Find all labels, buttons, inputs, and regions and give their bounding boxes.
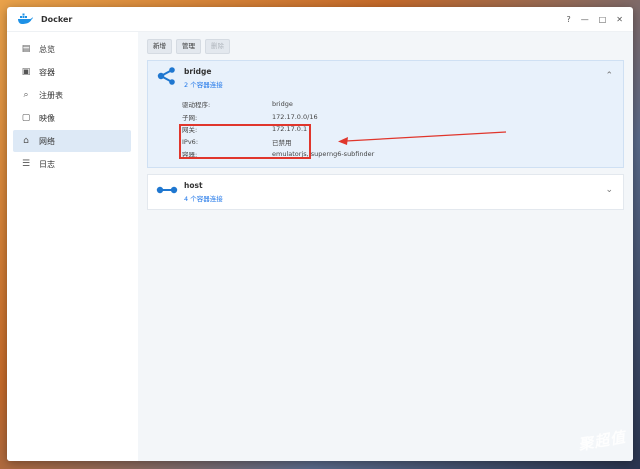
add-button[interactable]: 新增 bbox=[147, 39, 172, 54]
annotation-arrow bbox=[338, 131, 507, 145]
sidebar-item-label: 日志 bbox=[39, 159, 55, 169]
maximize-icon[interactable]: □ bbox=[599, 15, 607, 24]
chevron-up-icon[interactable]: ⌃ bbox=[605, 71, 613, 81]
detail-key: 驱动程序: bbox=[182, 101, 211, 110]
share-network-icon bbox=[157, 67, 175, 85]
help-icon[interactable]: ? bbox=[566, 15, 570, 24]
sidebar-item-image[interactable]: ▢ 映像 bbox=[13, 107, 131, 129]
sidebar-item-log[interactable]: ☰ 日志 bbox=[13, 153, 131, 175]
highlight-box bbox=[179, 124, 311, 159]
detail-key: 子网: bbox=[182, 113, 198, 122]
host-network-icon bbox=[156, 186, 178, 193]
sidebar-item-label: 容器 bbox=[39, 67, 55, 77]
delete-button[interactable]: 删除 bbox=[205, 39, 230, 54]
close-icon[interactable]: ✕ bbox=[616, 15, 623, 24]
detail-row-subnet: 子网: 172.17.0.0/16 bbox=[182, 111, 623, 124]
sidebar-item-registry[interactable]: ⌕ 注册表 bbox=[13, 84, 131, 106]
overview-icon: ▤ bbox=[21, 44, 31, 54]
sidebar-item-network[interactable]: ⌂ 网络 bbox=[13, 130, 131, 152]
main-panel: 新增 管理 删除 bridge 2 个容器连接 ⌃ 驱动程序: bridge 子… bbox=[138, 32, 633, 461]
window-title: Docker bbox=[41, 14, 73, 24]
detail-value: bridge bbox=[272, 100, 293, 109]
toolbar: 新增 管理 删除 bbox=[147, 39, 624, 54]
network-icon: ⌂ bbox=[23, 136, 29, 146]
detail-value: 172.17.0.0/16 bbox=[272, 112, 318, 121]
minimize-icon[interactable]: — bbox=[581, 15, 589, 24]
sidebar-item-overview[interactable]: ▤ 总览 bbox=[13, 38, 131, 60]
image-icon: ▢ bbox=[21, 113, 31, 123]
network-name: host bbox=[184, 180, 203, 190]
docker-logo-icon bbox=[18, 13, 33, 24]
sidebar-item-label: 总览 bbox=[39, 44, 55, 54]
connections-link[interactable]: 4 个容器连接 bbox=[184, 193, 223, 203]
registry-icon: ⌕ bbox=[23, 90, 29, 100]
sidebar-item-label: 映像 bbox=[39, 113, 55, 123]
sidebar-item-label: 注册表 bbox=[39, 90, 63, 100]
title-bar: Docker ? — □ ✕ bbox=[7, 7, 633, 32]
sidebar-item-container[interactable]: ▣ 容器 bbox=[13, 61, 131, 83]
detail-row-driver: 驱动程序: bridge bbox=[182, 98, 623, 111]
network-name: bridge bbox=[184, 67, 212, 76]
connections-link[interactable]: 2 个容器连接 bbox=[184, 79, 223, 89]
sidebar-item-label: 网络 bbox=[39, 136, 55, 146]
container-icon: ▣ bbox=[21, 67, 31, 77]
sidebar: ▤ 总览 ▣ 容器 ⌕ 注册表 ▢ 映像 ⌂ 网络 ☰ 日志 bbox=[7, 32, 135, 461]
chevron-down-icon[interactable]: ⌄ bbox=[605, 185, 613, 195]
docker-window: Docker ? — □ ✕ ▤ 总览 ▣ 容器 ⌕ 注册表 ▢ 映像 ⌂ 网络 bbox=[7, 7, 633, 461]
network-card-host[interactable]: host 4 个容器连接 ⌄ bbox=[147, 173, 624, 210]
network-card-bridge[interactable]: bridge 2 个容器连接 ⌃ 驱动程序: bridge 子网: 172.17… bbox=[147, 60, 624, 168]
manage-button[interactable]: 管理 bbox=[176, 39, 201, 54]
log-icon: ☰ bbox=[21, 159, 31, 169]
